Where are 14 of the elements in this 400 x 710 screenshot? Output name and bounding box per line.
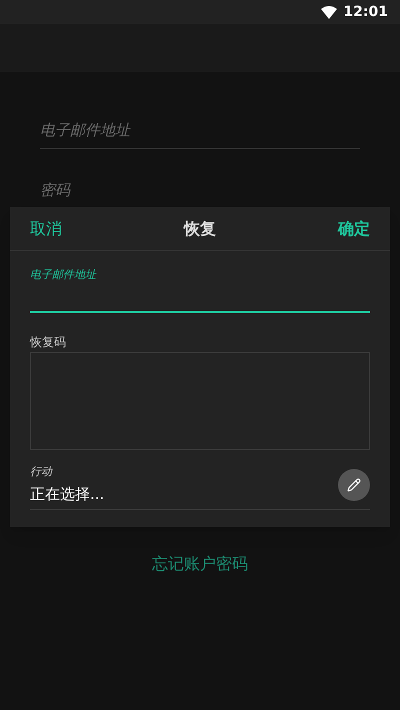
- forgot-password-link[interactable]: 忘记账户密码: [152, 552, 248, 576]
- pencil-icon: [347, 478, 361, 492]
- email-field[interactable]: 电子邮件地址: [30, 267, 370, 313]
- field-label: 电子邮件地址: [30, 267, 96, 283]
- wifi-icon: [321, 6, 338, 18]
- confirm-button[interactable]: 确定: [338, 216, 370, 240]
- cancel-button[interactable]: 取消: [30, 216, 62, 240]
- dialog-title: 恢复: [184, 218, 216, 240]
- email-field[interactable]: 电子邮件地址: [40, 119, 360, 148]
- field-label: 行动: [30, 464, 54, 480]
- field-label: 恢复码: [30, 334, 67, 350]
- edit-button[interactable]: [338, 468, 370, 500]
- action-value: 正在选择...: [30, 484, 106, 504]
- clock-time: 12:01: [343, 2, 388, 22]
